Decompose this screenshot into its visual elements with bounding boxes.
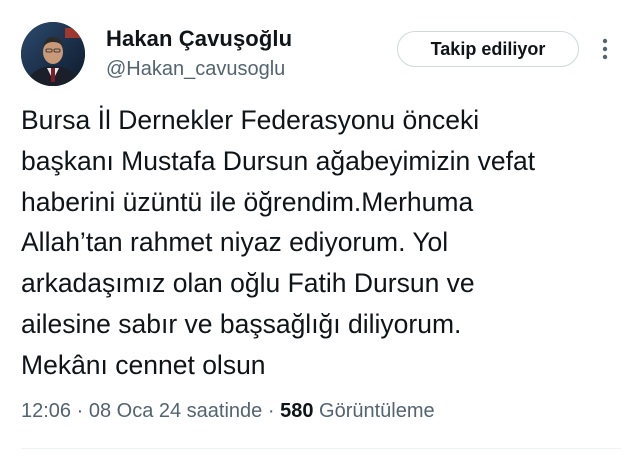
more-options-icon[interactable] <box>598 34 612 64</box>
following-button[interactable]: Takip ediliyor <box>397 31 579 67</box>
avatar[interactable] <box>21 22 85 86</box>
tweet-text-line: başkanı Mustafa Dursun ağabeyimizin vefa… <box>21 145 536 176</box>
tweet-text-line: Bursa İl Dernekler Federasyonu önceki <box>21 105 480 135</box>
views-count: 580 <box>280 400 314 422</box>
profile-photo-icon <box>21 22 85 86</box>
tweet-text-line: Mekânı cennet olsun <box>21 349 266 380</box>
author-display-name[interactable]: Hakan Çavuşoğlu <box>106 26 292 52</box>
tweet-time[interactable]: 12:06 <box>21 400 71 422</box>
tweet-text-line: arkadaşımız olan oğlu Fatih Dursun ve <box>21 268 475 299</box>
tweet-text: Bursa İl Dernekler Federasyonu önceki ba… <box>21 100 621 386</box>
tweet-text-line: haberini üzüntü ile öğrendim.Merhuma <box>21 186 474 217</box>
tweet-text-line: Allah’tan rahmet niyaz ediyorum. Yol <box>21 227 449 258</box>
author-handle[interactable]: @Hakan_cavusoglu <box>106 58 285 81</box>
views-label: Görüntüleme <box>319 400 435 422</box>
meta-separator: · <box>71 400 89 422</box>
meta-separator: · <box>262 400 281 422</box>
divider <box>21 448 621 449</box>
tweet-text-line: ailesine sabır ve başsağlığı diliyorum. <box>21 308 462 339</box>
tweet-date[interactable]: 08 Oca 24 saatinde <box>89 400 262 422</box>
tweet-card: Hakan Çavuşoğlu @Hakan_cavusoglu Takip e… <box>0 0 641 457</box>
tweet-meta: 12:06 · 08 Oca 24 saatinde · 580 Görüntü… <box>21 400 435 423</box>
